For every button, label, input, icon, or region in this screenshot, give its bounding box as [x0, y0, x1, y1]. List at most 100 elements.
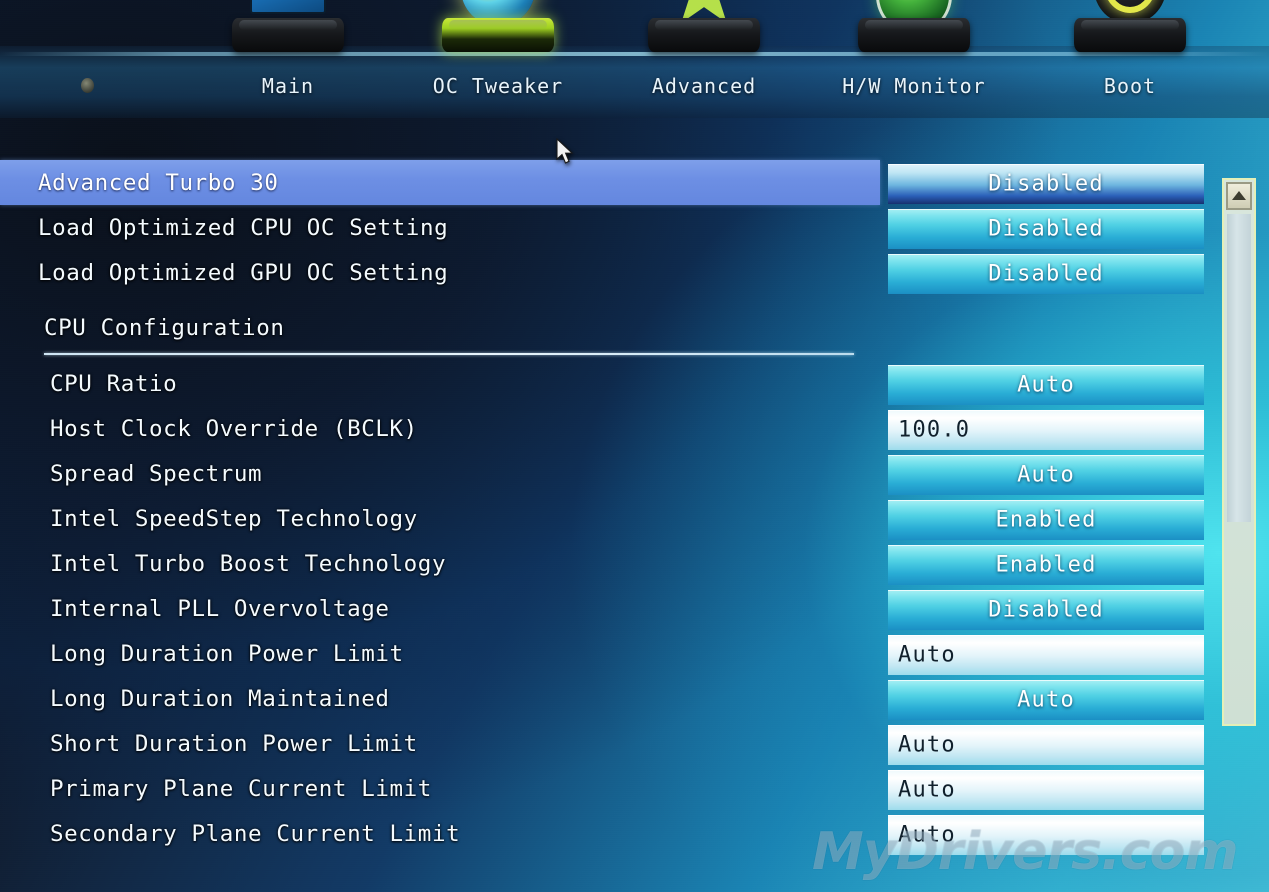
- top-navigation: ASRock Main OC Tweaker Advanced: [0, 0, 1269, 118]
- setting-label: Secondary Plane Current Limit: [50, 820, 461, 847]
- setting-row[interactable]: Internal PLL Overvoltage: [0, 586, 880, 631]
- nav-tab-boot[interactable]: Boot: [1040, 0, 1220, 118]
- pedestal-advanced: [648, 18, 760, 52]
- setting-value-row[interactable]: Enabled: [888, 541, 1208, 586]
- setting-label: Primary Plane Current Limit: [50, 775, 432, 802]
- setting-value-row[interactable]: Disabled: [888, 205, 1208, 250]
- value-text: Auto: [898, 822, 956, 848]
- section-header-label: CPU Configuration: [44, 315, 285, 341]
- setting-row[interactable]: Secondary Plane Current Limit: [0, 811, 880, 856]
- value-text: Auto: [898, 777, 956, 803]
- value-dropdown[interactable]: Auto: [888, 680, 1204, 720]
- setting-row[interactable]: Intel SpeedStep Technology: [0, 496, 880, 541]
- setting-row[interactable]: Long Duration Maintained: [0, 676, 880, 721]
- setting-row[interactable]: Primary Plane Current Limit: [0, 766, 880, 811]
- value-text: 100.0: [898, 417, 971, 443]
- value-dropdown[interactable]: Disabled: [888, 590, 1204, 630]
- setting-label: Long Duration Maintained: [50, 685, 390, 712]
- setting-value-row[interactable]: Auto: [888, 361, 1208, 406]
- setting-value-row[interactable]: Auto: [888, 721, 1208, 766]
- value-text: Disabled: [988, 597, 1104, 623]
- setting-label: CPU Ratio: [50, 370, 178, 397]
- section-divider: [44, 353, 854, 355]
- value-text: Disabled: [988, 171, 1104, 197]
- value-dropdown[interactable]: Disabled: [888, 209, 1204, 249]
- monitor-icon: ASRock: [198, 0, 378, 64]
- setting-row[interactable]: CPU Ratio: [0, 361, 880, 406]
- star-icon: [614, 0, 794, 64]
- setting-value-row[interactable]: Disabled: [888, 586, 1208, 631]
- setting-row[interactable]: Short Duration Power Limit: [0, 721, 880, 766]
- setting-value-row[interactable]: Enabled: [888, 496, 1208, 541]
- nav-tab-hw-monitor[interactable]: H/W Monitor: [824, 0, 1004, 118]
- setting-value-row[interactable]: Auto: [888, 451, 1208, 496]
- setting-label: Intel Turbo Boost Technology: [50, 550, 447, 577]
- value-dropdown[interactable]: Enabled: [888, 500, 1204, 540]
- setting-row[interactable]: Advanced Turbo 30: [0, 160, 880, 205]
- setting-row[interactable]: Spread Spectrum: [0, 451, 880, 496]
- scroll-up-arrow-icon[interactable]: [1226, 182, 1252, 210]
- section-header: CPU Configuration: [0, 295, 880, 361]
- setting-row[interactable]: Host Clock Override (BCLK): [0, 406, 880, 451]
- value-dropdown[interactable]: Disabled: [888, 254, 1204, 294]
- value-textbox[interactable]: Auto: [888, 725, 1204, 765]
- pedestal-main: [232, 18, 344, 52]
- monitor-screen-icon: ASRock: [250, 0, 326, 14]
- setting-value-row[interactable]: Auto: [888, 766, 1208, 811]
- value-text: Enabled: [995, 552, 1097, 578]
- setting-label: Intel SpeedStep Technology: [50, 505, 418, 532]
- value-textbox[interactable]: Auto: [888, 770, 1204, 810]
- value-text: Auto: [1017, 687, 1075, 713]
- scrollbar-thumb[interactable]: [1227, 214, 1251, 522]
- pedestal-hw-monitor: [858, 18, 970, 52]
- setting-label: Long Duration Power Limit: [50, 640, 404, 667]
- nav-tab-label-hw-monitor: H/W Monitor: [842, 74, 986, 98]
- setting-row[interactable]: Load Optimized CPU OC Setting: [0, 205, 880, 250]
- nav-tab-label-main: Main: [261, 74, 315, 98]
- setting-row[interactable]: Intel Turbo Boost Technology: [0, 541, 880, 586]
- settings-label-column: Advanced Turbo 30 Load Optimized CPU OC S…: [0, 160, 880, 856]
- power-ring-icon: [1040, 0, 1220, 64]
- nav-tab-oc-tweaker[interactable]: OC Tweaker: [408, 0, 588, 118]
- setting-value-row[interactable]: 100.0: [888, 406, 1208, 451]
- setting-row[interactable]: Load Optimized GPU OC Setting: [0, 250, 880, 295]
- orb-icon: [408, 0, 588, 64]
- scrollbar[interactable]: [1222, 178, 1256, 726]
- value-text: Auto: [898, 732, 956, 758]
- value-textbox[interactable]: Auto: [888, 815, 1204, 855]
- setting-value-row[interactable]: Auto: [888, 631, 1208, 676]
- setting-value-row[interactable]: Auto: [888, 811, 1208, 856]
- setting-label: Load Optimized GPU OC Setting: [38, 259, 449, 286]
- nav-tab-advanced[interactable]: Advanced: [614, 0, 794, 118]
- setting-label: Load Optimized CPU OC Setting: [38, 214, 449, 241]
- value-text: Auto: [1017, 372, 1075, 398]
- value-dropdown[interactable]: Auto: [888, 365, 1204, 405]
- value-dropdown[interactable]: Auto: [888, 455, 1204, 495]
- setting-row[interactable]: Long Duration Power Limit: [0, 631, 880, 676]
- value-text: Auto: [898, 642, 956, 668]
- setting-label: Host Clock Override (BCLK): [50, 415, 418, 442]
- bios-screen: ASRock Main OC Tweaker Advanced: [0, 0, 1269, 892]
- setting-label: Spread Spectrum: [50, 460, 263, 487]
- setting-value-row[interactable]: Disabled: [888, 160, 1208, 205]
- pedestal-boot: [1074, 18, 1186, 52]
- value-text: Auto: [1017, 462, 1075, 488]
- value-textbox[interactable]: 100.0: [888, 410, 1204, 450]
- section-header-value-gap: [888, 295, 1208, 361]
- value-dropdown[interactable]: Disabled: [888, 164, 1204, 204]
- setting-value-row[interactable]: Auto: [888, 676, 1208, 721]
- value-text: Disabled: [988, 261, 1104, 287]
- setting-label: Advanced Turbo 30: [38, 169, 279, 196]
- value-textbox[interactable]: Auto: [888, 635, 1204, 675]
- nav-tab-main[interactable]: ASRock Main: [198, 0, 378, 118]
- mouse-pointer-icon: [556, 138, 574, 164]
- setting-label: Short Duration Power Limit: [50, 730, 418, 757]
- settings-value-column: Disabled Disabled Disabled Auto 100.0 Auto Ena…: [888, 160, 1208, 856]
- setting-value-row[interactable]: Disabled: [888, 250, 1208, 295]
- value-dropdown[interactable]: Enabled: [888, 545, 1204, 585]
- setting-label: Internal PLL Overvoltage: [50, 595, 390, 622]
- nav-tab-label-oc-tweaker: OC Tweaker: [432, 74, 564, 98]
- pedestal-oc-tweaker-active: [442, 18, 554, 52]
- gauge-icon: [824, 0, 1004, 64]
- nav-tab-label-advanced: Advanced: [651, 74, 757, 98]
